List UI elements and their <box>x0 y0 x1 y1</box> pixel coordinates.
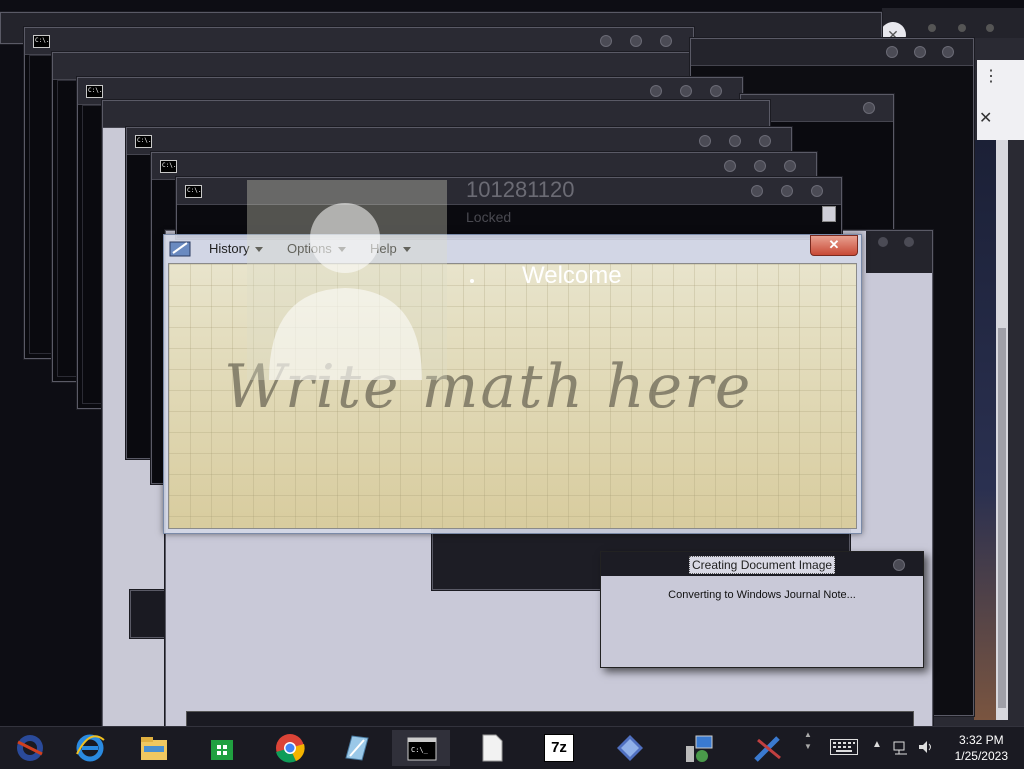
close-button[interactable] <box>863 102 875 114</box>
cmd-icon: C:\_ <box>407 737 437 761</box>
maximize-button[interactable] <box>914 46 926 58</box>
taskbar-ie-dark[interactable] <box>0 730 58 766</box>
clock-date: 1/25/2023 <box>954 749 1008 763</box>
svg-text:C:\_: C:\_ <box>411 746 429 754</box>
taskbar-7zip[interactable]: 7z <box>530 730 588 766</box>
cmd-icon: C:\. <box>160 160 177 173</box>
taskbar-cmd[interactable]: C:\_ <box>392 730 450 766</box>
clock-time: 3:32 PM <box>958 733 1004 747</box>
minimize-button[interactable] <box>751 185 763 197</box>
tools-icon <box>754 736 781 762</box>
maximize-button[interactable] <box>729 135 741 147</box>
progress-dot <box>470 279 474 283</box>
file-explorer-icon <box>141 737 167 760</box>
scroll-up-button[interactable] <box>822 206 836 222</box>
dialog-message: Converting to Windows Journal Note... <box>668 589 856 601</box>
scrollbar-thumb[interactable] <box>998 328 1006 708</box>
horizontal-scrollbar[interactable] <box>186 711 914 727</box>
minimize-button[interactable] <box>600 35 612 47</box>
network-icon[interactable] <box>893 739 911 755</box>
close-button[interactable] <box>904 237 914 247</box>
user-id: 101281120 <box>466 177 575 202</box>
taskbar-tools[interactable] <box>738 730 796 766</box>
close-button[interactable] <box>942 46 954 58</box>
cmd-titlebar-fragment <box>866 231 932 273</box>
maximize-button[interactable] <box>680 85 692 97</box>
cmd-titlebar: C:\. <box>127 128 791 155</box>
close-button[interactable] <box>710 85 722 97</box>
close-button[interactable] <box>893 559 905 571</box>
cmd-icon: C:\. <box>33 35 50 48</box>
touch-keyboard-icon[interactable] <box>830 739 858 755</box>
minimize-button[interactable] <box>650 85 662 97</box>
close-panel-icon[interactable]: ✕ <box>979 108 992 128</box>
user-avatar <box>247 180 447 380</box>
close-button[interactable] <box>759 135 771 147</box>
minimize-button[interactable] <box>886 46 898 58</box>
taskbar-internet-explorer[interactable] <box>60 730 118 766</box>
volume-icon[interactable] <box>917 739 935 755</box>
window-dot-1[interactable] <box>928 24 936 32</box>
network-setup-icon <box>686 735 713 762</box>
cmd-icon: C:\. <box>185 185 202 198</box>
maximize-button[interactable] <box>878 237 888 247</box>
taskbar-document[interactable] <box>462 730 520 766</box>
show-hidden-icons-icon[interactable]: ▲ <box>872 739 890 755</box>
dialog-title: Creating Document Image <box>689 556 836 574</box>
cmd-icon: C:\. <box>86 85 103 98</box>
cmd-titlebar <box>691 39 973 66</box>
cmd-titlebar <box>53 53 717 80</box>
taskbar-file-explorer[interactable] <box>124 730 182 766</box>
maximize-button[interactable] <box>754 160 766 172</box>
math-panel-icon <box>169 238 191 258</box>
7zip-icon: 7z <box>544 734 574 762</box>
more-menu-icon[interactable]: ⋮ <box>983 66 999 86</box>
journal-icon <box>345 735 369 761</box>
dialog-titlebar: Creating Document Image <box>601 552 923 576</box>
close-button[interactable]: ✕ <box>810 235 858 256</box>
cmd-titlebar: C:\. <box>25 28 693 55</box>
desktop-wallpaper-strip <box>974 140 996 720</box>
system-clock[interactable]: 3:32 PM 1/25/2023 <box>955 732 1008 764</box>
close-button[interactable] <box>660 35 672 47</box>
welcome-text: Welcome <box>522 262 622 289</box>
minimize-button[interactable] <box>724 160 736 172</box>
taskbar-diamond-app[interactable] <box>600 730 658 766</box>
window-dot-3[interactable] <box>986 24 994 32</box>
close-button[interactable] <box>811 185 823 197</box>
cmd-titlebar <box>103 101 769 128</box>
chrome-icon <box>276 734 305 763</box>
creating-document-dialog[interactable]: Creating Document Image Converting to Wi… <box>600 551 924 668</box>
document-icon <box>482 734 503 762</box>
minimize-button[interactable] <box>699 135 711 147</box>
taskbar-scroll[interactable]: ▲ ▼ <box>804 729 814 767</box>
taskbar-store[interactable] <box>192 730 250 766</box>
maximize-button[interactable] <box>781 185 793 197</box>
lock-status: Locked <box>466 209 512 225</box>
cmd-icon: C:\. <box>135 135 152 148</box>
maximize-button[interactable] <box>630 35 642 47</box>
close-button[interactable] <box>784 160 796 172</box>
taskbar-network-setup[interactable] <box>668 730 726 766</box>
cmd-window-fragment <box>130 590 168 638</box>
taskbar: C:\_ 7z ▲ ▼ ▲ 3:32 PM 1/25/2023 <box>0 726 1024 769</box>
ie-dark-icon <box>17 735 43 761</box>
cmd-titlebar: C:\. <box>152 153 816 180</box>
taskbar-chrome[interactable] <box>260 730 318 766</box>
window-dot-2[interactable] <box>958 24 966 32</box>
internet-explorer-icon <box>76 734 105 762</box>
taskbar-journal[interactable] <box>326 730 384 766</box>
store-icon <box>211 740 233 760</box>
diamond-app-icon <box>617 735 643 761</box>
